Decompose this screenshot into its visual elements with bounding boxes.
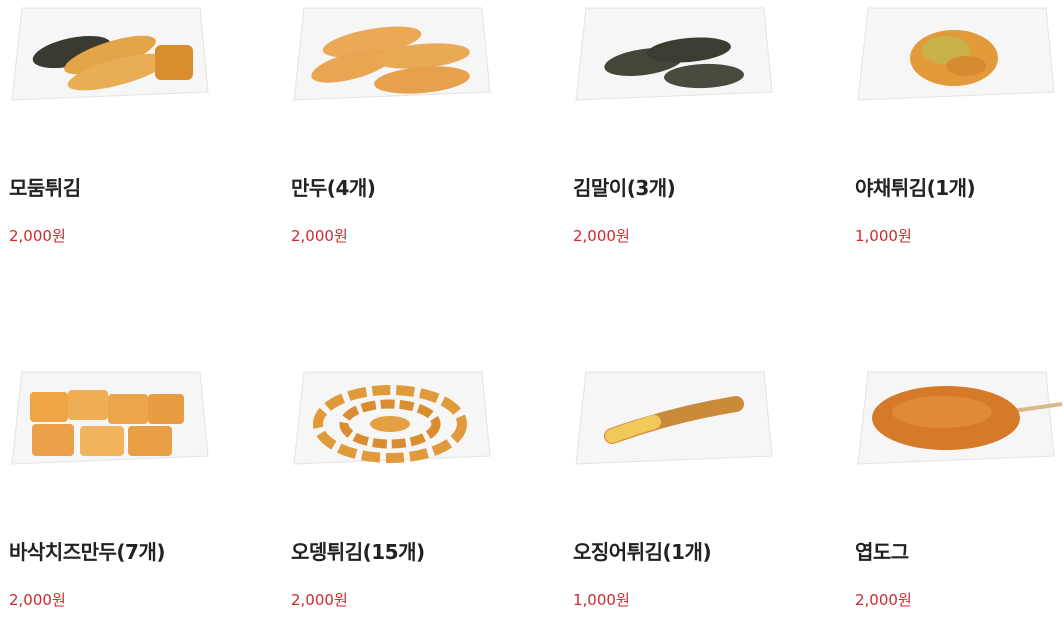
menu-item-name: 오뎅튀김(15개) — [291, 540, 425, 564]
menu-item-image[interactable] — [564, 364, 774, 474]
menu-item-name: 오징어튀김(1개) — [573, 540, 712, 564]
menu-item-price: 1,000원 — [573, 591, 630, 609]
menu-item-price: 1,000원 — [855, 227, 912, 245]
menu-item-price: 2,000원 — [9, 227, 66, 245]
menu-item-image[interactable] — [282, 0, 492, 110]
menu-item-image[interactable] — [564, 0, 774, 110]
menu-item-price: 2,000원 — [291, 227, 348, 245]
menu-item-name: 김말이(3개) — [573, 176, 676, 200]
menu-item-name: 만두(4개) — [291, 176, 376, 200]
menu-item-image[interactable] — [0, 0, 210, 110]
menu-item-name: 모둠튀김 — [9, 176, 81, 200]
menu-item-name: 엽도그 — [855, 540, 909, 564]
menu-item-name: 바삭치즈만두(7개) — [9, 540, 166, 564]
menu-item-card[interactable]: 모둠튀김 2,000원 — [0, 0, 220, 260]
menu-item-price: 2,000원 — [291, 591, 348, 609]
menu-item-price: 2,000원 — [855, 591, 912, 609]
menu-item-card[interactable]: 오뎅튀김(15개) 2,000원 — [282, 364, 502, 624]
menu-item-card[interactable]: 김말이(3개) 2,000원 — [564, 0, 784, 260]
menu-item-image[interactable] — [0, 364, 210, 474]
menu-grid: 모둠튀김 2,000원 만두(4개) 2,000원 김말이(3개) 2,000원… — [0, 0, 1064, 611]
menu-item-card[interactable]: 만두(4개) 2,000원 — [282, 0, 502, 260]
menu-item-price: 2,000원 — [573, 227, 630, 245]
menu-item-image[interactable] — [282, 364, 492, 474]
menu-item-name: 야채튀김(1개) — [855, 176, 976, 200]
menu-item-card[interactable]: 오징어튀김(1개) 1,000원 — [564, 364, 784, 624]
menu-item-image[interactable] — [846, 0, 1056, 110]
menu-item-card[interactable]: 엽도그 2,000원 — [846, 364, 1064, 624]
menu-item-card[interactable]: 야채튀김(1개) 1,000원 — [846, 0, 1064, 260]
menu-item-image[interactable] — [846, 364, 1064, 474]
menu-item-price: 2,000원 — [9, 591, 66, 609]
menu-item-card[interactable]: 바삭치즈만두(7개) 2,000원 — [0, 364, 220, 624]
